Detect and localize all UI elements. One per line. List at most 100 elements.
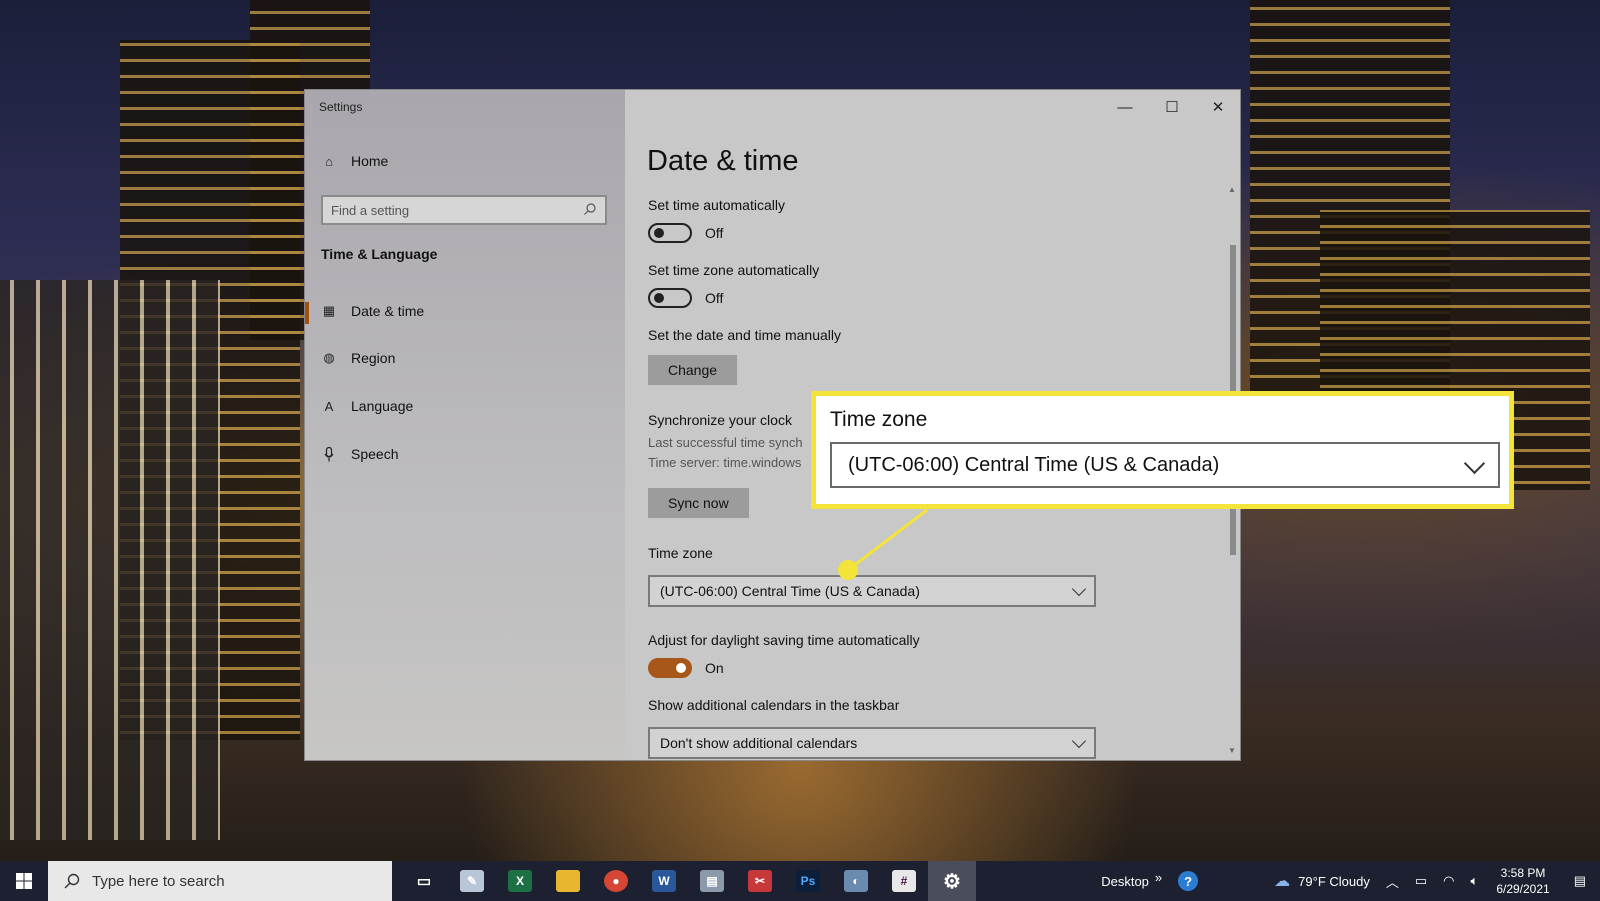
- paint-icon: ✎: [460, 870, 484, 892]
- timezone-callout: Time zone (UTC-06:00) Central Time (US &…: [811, 391, 1514, 509]
- maximize-icon: ☐: [1165, 99, 1179, 116]
- page-title: Date & time: [647, 145, 799, 177]
- set-manual-label: Set the date and time manually: [648, 327, 842, 343]
- speaker-icon: 🔈︎: [1470, 873, 1479, 888]
- sync-now-button[interactable]: Sync now: [648, 488, 749, 518]
- taskbar-app-photoshop[interactable]: Ps: [784, 861, 832, 901]
- sidebar-item-date-time[interactable]: ▦ Date & time: [321, 303, 424, 319]
- sidebar-item-speech[interactable]: Speech: [321, 446, 398, 462]
- dst-state: On: [705, 660, 724, 676]
- search-icon: [64, 873, 80, 889]
- sidebar: Settings ⌂ Home Find a setting Time & La…: [305, 90, 625, 760]
- task-view-icon: ▭: [416, 873, 432, 890]
- set-timezone-auto-toggle[interactable]: [648, 288, 692, 308]
- help-button[interactable]: ?: [1170, 861, 1206, 901]
- sidebar-item-region[interactable]: ◍ Region: [321, 350, 395, 366]
- calendars-dropdown[interactable]: Don't show additional calendars: [648, 727, 1096, 759]
- taskbar-app-paint3d[interactable]: ◐: [832, 861, 880, 901]
- taskbar-search[interactable]: Type here to search: [48, 861, 392, 901]
- toggle-knob: [676, 663, 686, 673]
- taskbar-app-slack[interactable]: #: [880, 861, 928, 901]
- toggle-knob: [654, 228, 664, 238]
- dst-toggle[interactable]: [648, 658, 692, 678]
- start-button[interactable]: [0, 861, 48, 901]
- weather-widget[interactable]: ☁ 79°F Cloudy: [1266, 861, 1378, 901]
- maximize-button[interactable]: ☐: [1152, 96, 1192, 118]
- taskbar-app-chrome[interactable]: ●: [592, 861, 640, 901]
- scroll-down-icon[interactable]: ▼: [1228, 746, 1236, 755]
- taskbar-app-word[interactable]: W: [640, 861, 688, 901]
- weather-text: 79°F Cloudy: [1298, 873, 1370, 889]
- calendars-label: Show additional calendars in the taskbar: [648, 697, 900, 713]
- set-time-auto-state: Off: [705, 225, 724, 241]
- word-icon: W: [652, 870, 676, 892]
- notifications-button[interactable]: ▤: [1560, 861, 1600, 901]
- calendars-value: Don't show additional calendars: [660, 735, 858, 751]
- timezone-value: (UTC-06:00) Central Time (US & Canada): [660, 583, 920, 599]
- change-button[interactable]: Change: [648, 355, 738, 385]
- chevron-down-icon: [1071, 733, 1087, 749]
- sidebar-item-label: Region: [351, 350, 396, 366]
- volume-button[interactable]: 🔈︎: [1463, 861, 1487, 901]
- slack-icon: #: [892, 870, 916, 892]
- chevron-down-icon: [1071, 581, 1087, 597]
- callout-timezone-dropdown[interactable]: (UTC-06:00) Central Time (US & Canada): [830, 442, 1500, 488]
- timezone-dropdown[interactable]: (UTC-06:00) Central Time (US & Canada): [648, 575, 1096, 607]
- cloud-icon: ☁: [1274, 873, 1291, 890]
- window-title: Settings: [319, 100, 363, 114]
- task-view-button[interactable]: ▭: [400, 861, 448, 901]
- show-hidden-icons-button[interactable]: ︿: [1378, 861, 1407, 901]
- clock[interactable]: 3:58 PM 6/29/2021: [1486, 865, 1559, 897]
- find-setting-search[interactable]: Find a setting: [321, 195, 607, 225]
- minimize-button[interactable]: —: [1105, 96, 1145, 118]
- taskbar-app-remote[interactable]: ▤: [688, 861, 736, 901]
- sidebar-item-language[interactable]: A Language: [321, 398, 414, 414]
- sidebar-item-label: Date & time: [351, 303, 425, 319]
- search-icon: [583, 202, 597, 219]
- set-time-auto-label: Set time automatically: [648, 197, 785, 213]
- search-placeholder: Find a setting: [331, 202, 410, 218]
- set-time-auto-toggle[interactable]: [648, 223, 692, 243]
- globe-icon: ◍: [323, 350, 335, 365]
- paint-palette-icon: ◐: [844, 870, 868, 892]
- photoshop-icon: Ps: [796, 870, 820, 892]
- folder-icon: [556, 870, 580, 892]
- battery-icon: ▭: [1414, 873, 1428, 888]
- sidebar-item-home[interactable]: ⌂ Home: [321, 153, 388, 169]
- battery-button[interactable]: ▭: [1407, 861, 1435, 901]
- dst-label: Adjust for daylight saving time automati…: [648, 632, 920, 648]
- chrome-icon: ●: [604, 870, 628, 892]
- set-timezone-auto-state: Off: [705, 290, 724, 306]
- taskbar-app-excel[interactable]: X: [496, 861, 544, 901]
- help-icon: ?: [1178, 871, 1199, 891]
- system-tray: Desktop » ? ☁ 79°F Cloudy ︿ ▭ ◠ 🔈︎ 3:58 …: [1093, 861, 1600, 901]
- sync-last-success: Last successful time synch: [648, 435, 803, 450]
- background-building: [0, 280, 220, 840]
- taskbar-app-settings[interactable]: ⚙: [928, 861, 976, 901]
- wifi-icon: ◠: [1443, 873, 1455, 888]
- taskbar-app-snip[interactable]: ✂: [736, 861, 784, 901]
- language-icon: A: [324, 398, 334, 414]
- callout-title: Time zone: [830, 408, 928, 431]
- chevrons-icon: »: [1154, 869, 1163, 885]
- taskbar-app-file-explorer[interactable]: [544, 861, 592, 901]
- calendar-clock-icon: ▦: [322, 303, 336, 318]
- taskbar-app-paint[interactable]: ✎: [448, 861, 496, 901]
- scroll-up-icon[interactable]: ▲: [1228, 185, 1236, 194]
- home-icon: ⌂: [325, 153, 333, 169]
- active-indicator: [305, 302, 309, 324]
- taskbar: Type here to search ▭ ✎ X ● W ▤ ✂ Ps ◐ #…: [0, 861, 1600, 901]
- section-title: Time & Language: [321, 246, 438, 262]
- notification-icon: ▤: [1573, 873, 1586, 888]
- sidebar-item-label: Home: [351, 153, 389, 169]
- network-button[interactable]: ◠: [1435, 861, 1462, 901]
- timezone-label: Time zone: [648, 545, 713, 561]
- desktop-label: Desktop: [1101, 873, 1149, 889]
- toggle-knob: [654, 293, 664, 303]
- chevron-down-icon: [1463, 452, 1486, 474]
- clock-date: 6/29/2021: [1496, 882, 1550, 896]
- close-button[interactable]: ✕: [1198, 96, 1238, 118]
- excel-icon: X: [508, 870, 532, 892]
- desktop-toolbar[interactable]: Desktop »: [1093, 861, 1170, 901]
- gear-icon: ⚙: [943, 870, 961, 893]
